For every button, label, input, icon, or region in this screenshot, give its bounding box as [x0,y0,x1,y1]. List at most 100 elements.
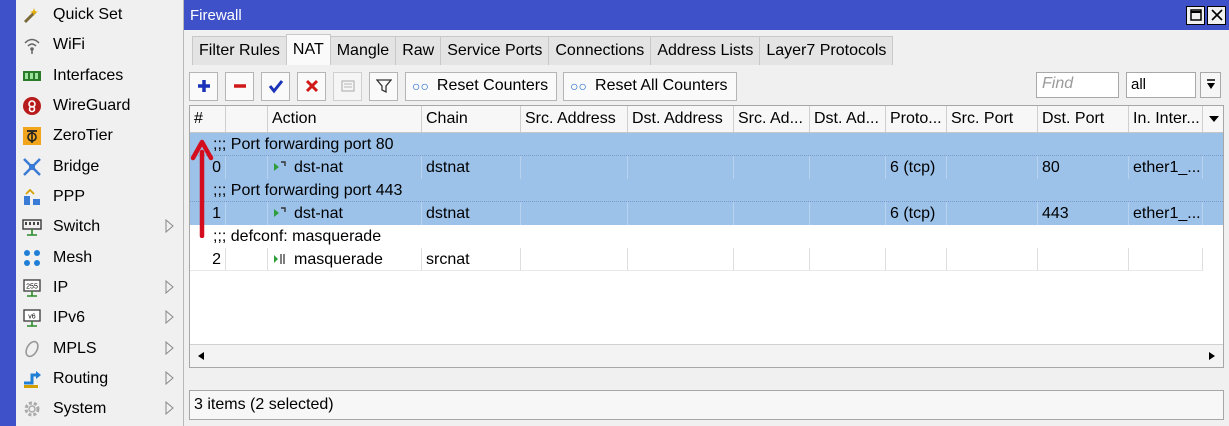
sidebar-item-ppp[interactable]: PPP [16,182,183,212]
tab-raw[interactable]: Raw [395,36,442,65]
note-icon [340,80,355,92]
comment-row[interactable]: ;;; defconf: masquerade [190,225,1223,248]
sidebar-item-label: ZeroTier [53,127,113,145]
rule-action-label: masquerade [294,251,383,268]
scroll-left-button[interactable] [194,349,208,363]
rule-chain: srcnat [422,248,521,271]
sidebar-item-interfaces[interactable]: Interfaces [16,61,183,91]
tab-service-ports[interactable]: Service Ports [440,36,550,65]
rule-action: dst-nat [268,156,422,179]
sidebar-item-ip[interactable]: 255 IP [16,273,183,303]
rule-dst-port [1038,248,1129,271]
filter-select[interactable]: all [1126,72,1196,98]
filter-dropdown-button[interactable] [1200,72,1221,98]
reset-icon: ○○ [570,78,588,94]
comment-button[interactable] [333,71,362,101]
bridge-icon [22,157,42,177]
sidebar-item-mpls[interactable]: MPLS [16,334,183,364]
rule-dst-address-list [810,156,886,179]
nat-rules-table: # Action Chain Src. Address Dst. Address… [189,105,1224,368]
maximize-button[interactable] [1186,5,1205,25]
find-input[interactable]: Find [1036,72,1119,98]
column-header-dst-port[interactable]: Dst. Port [1038,106,1129,132]
add-button[interactable] [189,71,218,101]
sidebar-item-switch[interactable]: Switch [16,212,183,242]
tab-address-lists[interactable]: Address Lists [650,36,761,65]
column-header-src-port[interactable]: Src. Port [947,106,1038,132]
window-title: Firewall [190,6,242,24]
column-header-chain[interactable]: Chain [422,106,521,132]
rule-src-address [521,156,628,179]
column-header-dst-address[interactable]: Dst. Address [628,106,734,132]
column-header-flags[interactable] [226,106,268,132]
tab-mangle[interactable]: Mangle [329,36,397,65]
column-header-src-address[interactable]: Src. Address [521,106,628,132]
toolbar: ○○ Reset Counters ○○ Reset All Counters … [189,70,1224,102]
tab-connections[interactable]: Connections [548,36,652,65]
disable-button[interactable] [297,71,326,101]
column-header-dst-address-list[interactable]: Dst. Ad... [810,106,886,132]
sidebar-item-ipv6[interactable]: v6 IPv6 [16,303,183,333]
tab-bar: Filter Rules NAT Mangle Raw Service Port… [192,34,894,67]
sidebar-item-label: Switch [53,218,101,236]
rule-protocol [886,248,947,271]
enable-button[interactable] [261,71,290,101]
table-row[interactable]: 2 masquerade srcnat [190,248,1223,271]
sidebar-item-zerotier[interactable]: ZeroTier [16,121,183,151]
column-menu-button[interactable] [1203,106,1223,132]
mpls-icon [22,339,42,359]
column-header-in-interface[interactable]: In. Inter... [1129,106,1203,132]
interfaces-icon [22,66,42,86]
dst-nat-icon [274,207,286,217]
maximize-icon [1189,9,1202,21]
sidebar-item-label: IP [53,279,69,297]
filter-button[interactable] [369,71,398,101]
horizontal-scrollbar[interactable] [190,344,1223,367]
window-titlebar[interactable]: Firewall [184,0,1229,30]
column-header-src-address-list[interactable]: Src. Ad... [734,106,810,132]
sidebar-item-bridge[interactable]: Bridge [16,152,183,182]
sidebar-item-label: WireGuard [53,97,131,115]
reset-all-counters-button[interactable]: ○○ Reset All Counters [563,71,737,101]
x-icon [305,79,318,93]
comment-row[interactable]: ;;; Port forwarding port 80 [190,133,1223,156]
rule-action-label: dst-nat [294,159,343,176]
rule-flags [226,202,268,225]
rule-dst-address [628,156,734,179]
sidebar-item-label: WiFi [53,36,85,54]
rule-src-address-list [734,156,810,179]
column-header-protocol[interactable]: Proto... [886,106,947,132]
tab-nat[interactable]: NAT [285,34,331,65]
sidebar-item-quick-set[interactable]: Quick Set [16,0,183,30]
reset-counters-button[interactable]: ○○ Reset Counters [405,71,558,101]
table-row[interactable]: 1 dst-nat dstnat 6 (tcp) 443 ether1_... [190,202,1223,225]
column-header-action[interactable]: Action [268,106,422,132]
table-header: # Action Chain Src. Address Dst. Address… [190,106,1223,133]
remove-button[interactable] [225,71,254,101]
sidebar-item-label: Bridge [53,157,100,175]
comment-row[interactable]: ;;; Port forwarding port 443 [190,179,1223,202]
rule-src-address-list [734,248,810,271]
funnel-icon [375,79,392,94]
mesh-icon [22,248,42,268]
sidebar-item-wifi[interactable]: WiFi [16,30,183,60]
tab-layer7-protocols[interactable]: Layer7 Protocols [759,36,894,65]
rule-number: 2 [190,248,226,271]
rule-src-port [947,248,1038,271]
rule-in-interface: ether1_... [1129,202,1203,225]
tab-filter-rules[interactable]: Filter Rules [192,36,287,65]
sidebar-item-label: System [53,400,107,418]
sidebar-item-system[interactable]: System [16,394,183,424]
table-row[interactable]: 0 dst-nat dstnat 6 (tcp) 80 ether1_... [190,156,1223,179]
scroll-right-button[interactable] [1205,349,1219,363]
sidebar-item-routing[interactable]: Routing [16,364,183,394]
column-header-number[interactable]: # [190,106,226,132]
sidebar-item-label: PPP [53,188,86,206]
rule-dst-address [628,202,734,225]
sidebar-item-label: IPv6 [53,309,86,327]
close-button[interactable] [1207,5,1226,25]
rule-action-label: dst-nat [294,205,343,222]
sidebar-item-mesh[interactable]: Mesh [16,243,183,273]
sidebar-item-wireguard[interactable]: WireGuard [16,91,183,121]
main-menu-sidebar: Quick Set WiFi Interfaces WireGuard Zero… [16,0,184,426]
